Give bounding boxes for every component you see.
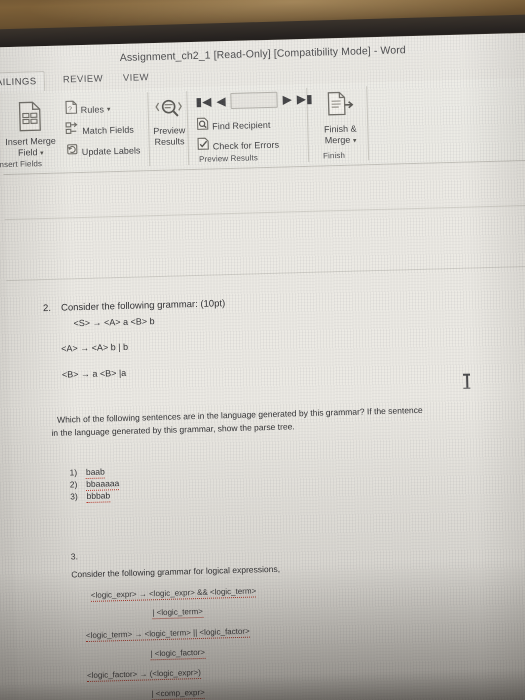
match-fields-icon <box>65 121 80 140</box>
question-2-prompt: Consider the following grammar: (10pt) <box>60 298 226 314</box>
ribbon: Insert Merge Field ▾ ? Rules ▾ Match Fie… <box>0 77 525 175</box>
record-number-input[interactable] <box>230 91 278 109</box>
find-recipient-button[interactable]: Find Recipient <box>196 115 271 136</box>
question-3-production-6: | <comp_expr> <box>151 687 205 700</box>
monitor-screen: Assignment_ch2_1 [Read-Only] [Compatibil… <box>0 31 525 700</box>
chevron-down-icon[interactable]: ▾ <box>353 136 357 147</box>
chevron-down-icon[interactable]: ▾ <box>40 148 44 159</box>
tab-mailings-label: AILINGS <box>0 76 37 89</box>
rules-icon: ? <box>64 100 78 119</box>
question-3-production-5: <logic_factor> → (<logic_expr>) <box>86 667 201 682</box>
last-record-icon[interactable]: ▶▮ <box>297 92 313 106</box>
group-label-finish: Finish <box>322 150 346 161</box>
update-labels-button[interactable]: Update Labels <box>66 140 141 161</box>
check-for-errors-label: Check for Errors <box>212 139 280 151</box>
check-for-errors-button[interactable]: Check for Errors <box>196 135 279 156</box>
record-navigator: ▮◀ ◀ ▶ ▶▮ <box>195 91 313 110</box>
list-item: 1) baab <box>69 466 105 479</box>
group-label-preview-results: Preview Results <box>198 153 259 164</box>
update-labels-icon <box>66 142 80 161</box>
tab-review-label: REVIEW <box>62 73 104 86</box>
match-fields-button[interactable]: Match Fields <box>65 120 134 141</box>
page-separator <box>4 204 525 221</box>
group-label-insert-fields: Insert Fields <box>0 159 43 170</box>
tab-view-label: VIEW <box>122 72 150 84</box>
insert-merge-field-button[interactable]: Insert Merge Field ▾ <box>0 100 67 160</box>
first-record-icon[interactable]: ▮◀ <box>195 94 211 108</box>
question-3-number: 3. <box>70 551 79 562</box>
update-labels-label: Update Labels <box>81 144 141 157</box>
question-2-production-3: <B> → a <B> |a <box>61 367 127 380</box>
monitor-photograph: Assignment_ch2_1 [Read-Only] [Compatibil… <box>0 0 525 700</box>
list-item-marker: 3) <box>70 491 78 502</box>
list-item: 3) bbbab <box>70 490 111 503</box>
word-application-window: Assignment_ch2_1 [Read-Only] [Compatibil… <box>0 33 525 700</box>
previous-record-icon[interactable]: ◀ <box>216 94 226 108</box>
question-3-production-4: | <logic_factor> <box>150 647 206 660</box>
question-2-production-1: <S> → <A> a <B> b <box>73 316 155 329</box>
preview-magnifier-icon <box>152 96 185 126</box>
find-recipient-label: Find Recipient <box>212 119 271 131</box>
question-3-production-2: | <logic_term> <box>152 606 204 619</box>
list-item-text: bbaaaaa <box>86 478 120 491</box>
finish-and-merge-button[interactable]: Finish & Merge ▾ <box>311 90 368 147</box>
list-item-text: baab <box>85 466 105 479</box>
tab-review[interactable]: REVIEW <box>57 70 110 88</box>
list-item-marker: 2) <box>69 479 78 490</box>
question-3-prompt: Consider the following grammar for logic… <box>71 563 281 580</box>
cursor-cap-bottom <box>463 387 471 389</box>
match-fields-label: Match Fields <box>82 124 135 136</box>
preview-results-label-line2: Results <box>154 136 185 148</box>
question-3-production-3: <logic_term> → <logic_term> || <logic_fa… <box>85 626 250 642</box>
find-recipient-icon <box>196 117 210 136</box>
page-separator <box>6 265 525 282</box>
list-item: 2) bbaaaaa <box>69 478 120 491</box>
cursor-stem <box>466 374 468 388</box>
rules-label: Rules <box>80 103 105 115</box>
next-record-icon[interactable]: ▶ <box>282 92 292 106</box>
question-2-production-2: <A> → <A> b | b <box>61 341 129 354</box>
list-item-marker: 1) <box>69 467 78 478</box>
finish-merge-icon <box>324 91 355 125</box>
insert-merge-field-label-line2: Field ▾ <box>17 147 44 159</box>
window-title: Assignment_ch2_1 [Read-Only] [Compatibil… <box>119 44 406 64</box>
tab-view[interactable]: VIEW <box>117 69 156 87</box>
check-errors-icon <box>196 137 210 156</box>
chevron-down-icon[interactable]: ▾ <box>107 105 111 113</box>
list-item-text: bbbab <box>86 490 111 503</box>
finish-and-merge-label-line2: Merge ▾ <box>324 134 357 147</box>
preview-results-button[interactable]: Preview Results <box>150 96 187 148</box>
document-page[interactable]: 2. Consider the following grammar: (10pt… <box>3 160 525 700</box>
question-2-number: 2. <box>42 302 52 315</box>
text-cursor <box>462 373 471 389</box>
question-3-production-1: <logic_expr> → <logic_expr> && <logic_te… <box>90 586 257 602</box>
rules-button[interactable]: ? Rules ▾ <box>64 99 111 119</box>
tab-mailings[interactable]: AILINGS <box>0 70 45 93</box>
merge-field-icon <box>16 101 43 137</box>
svg-text:?: ? <box>68 106 72 113</box>
